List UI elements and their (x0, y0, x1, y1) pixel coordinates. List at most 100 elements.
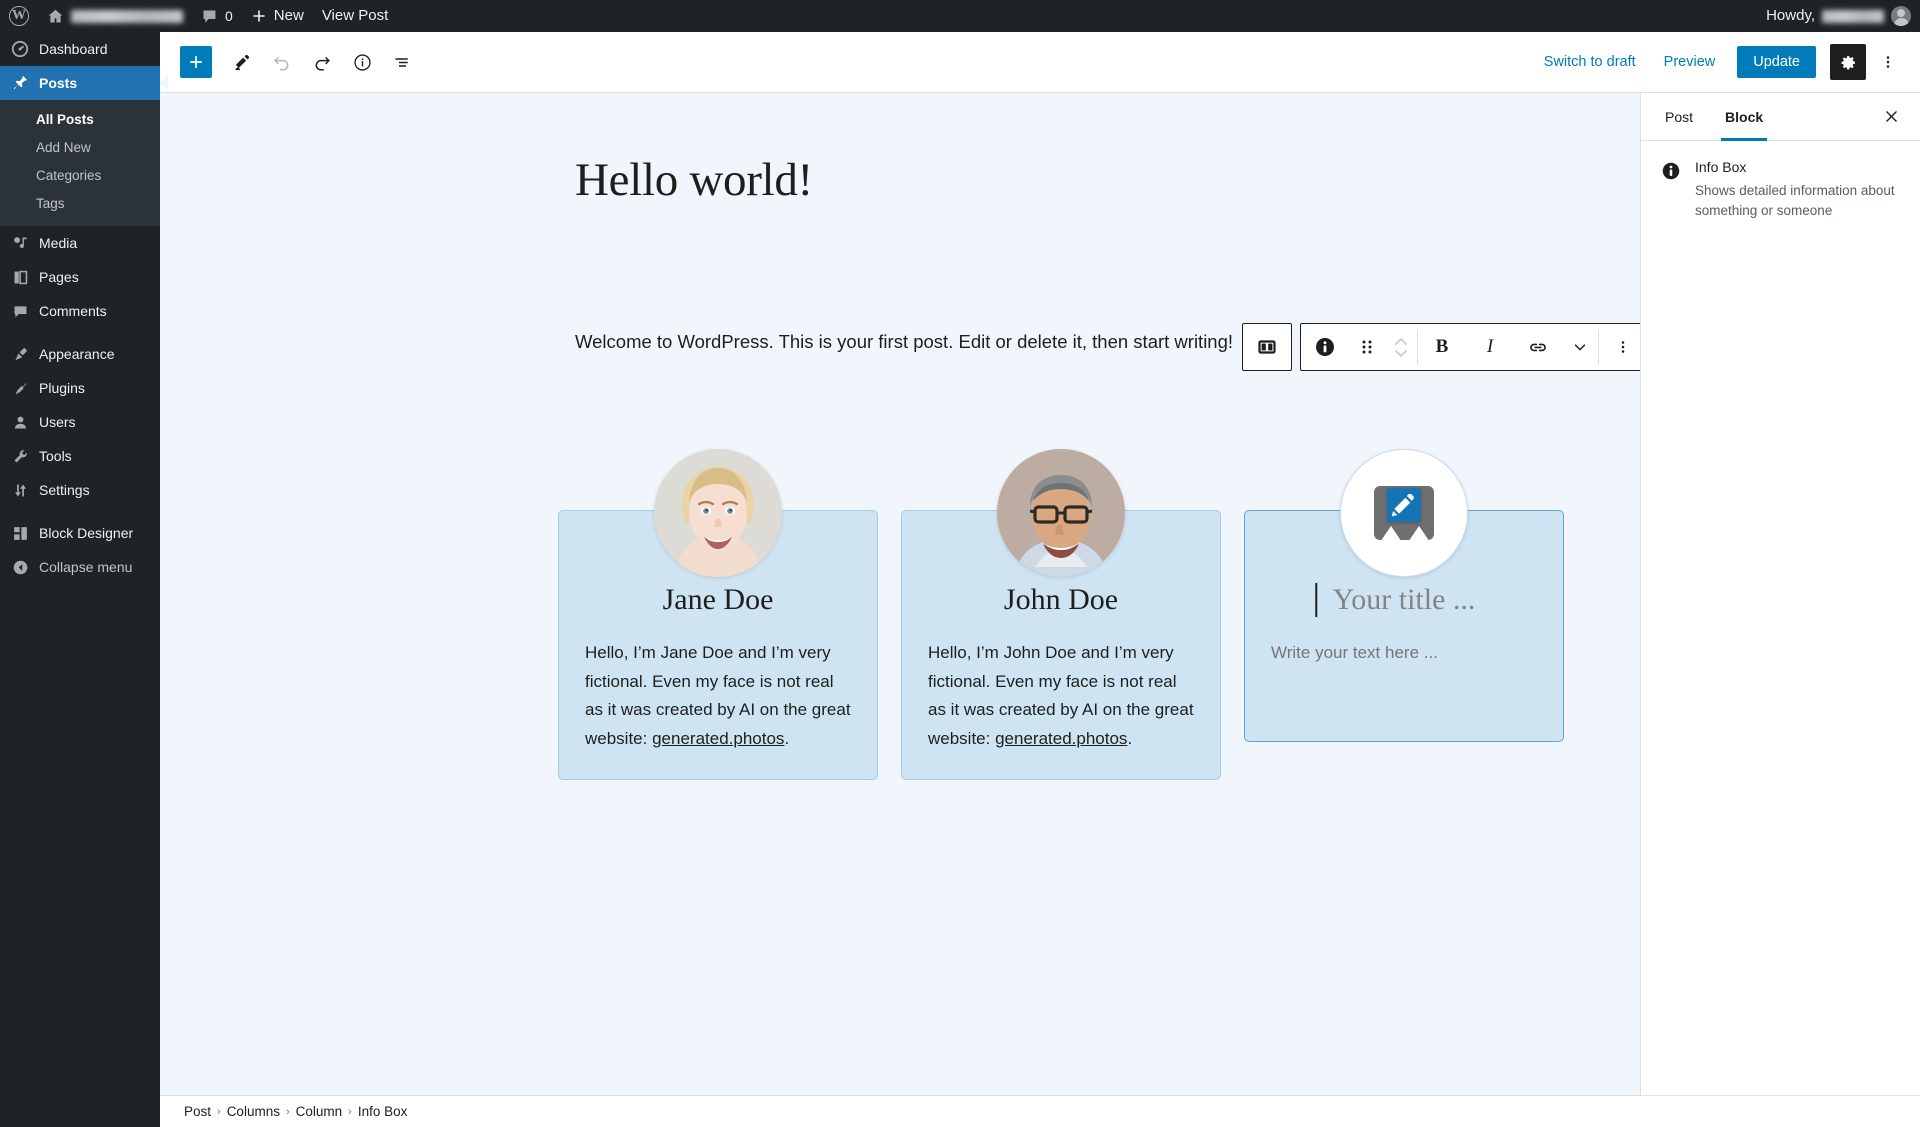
plugins-plug-icon (10, 378, 30, 398)
info-box-block-selected[interactable]: Your title ... Write your text here ... (1244, 449, 1564, 742)
info-box-title[interactable]: John Doe (928, 583, 1194, 617)
info-box-text[interactable]: Hello, I’m John Doe and I’m very fiction… (928, 639, 1194, 753)
post-content-area: Hello world! Welcome to WordPress. This … (160, 93, 1640, 1095)
kebab-menu-icon (1621, 341, 1625, 353)
editor-header-toolbar: Switch to draft Preview Update (160, 32, 1920, 93)
block-controls-group: B I (1300, 323, 1640, 371)
sidebar-item-label: Block Designer (39, 525, 134, 541)
view-post-menu-item[interactable]: View Post (313, 0, 397, 32)
list-view-icon (395, 57, 408, 67)
sidebar-item-label: Users (39, 414, 76, 430)
info-box-text-placeholder[interactable]: Write your text here ... (1271, 639, 1537, 668)
redo-icon (315, 56, 330, 71)
info-box-block[interactable]: John Doe Hello, I’m John Doe and I’m ver… (901, 449, 1221, 781)
breadcrumb-separator: › (217, 1105, 221, 1118)
link-button[interactable] (1514, 324, 1562, 370)
close-icon (1885, 111, 1897, 122)
sidebar-item-pages[interactable]: Pages (0, 260, 160, 294)
info-box-avatar-image[interactable] (654, 449, 782, 577)
info-box-avatar-image[interactable] (997, 449, 1125, 577)
submenu-item-all-posts[interactable]: All Posts (0, 106, 160, 134)
sidebar-item-users[interactable]: Users (0, 405, 160, 439)
info-box-title[interactable]: Jane Doe (585, 583, 851, 617)
preview-button[interactable]: Preview (1652, 48, 1728, 76)
submenu-item-add-new[interactable]: Add New (0, 134, 160, 162)
home-icon (48, 9, 63, 22)
info-box-text[interactable]: Hello, I’m Jane Doe and I’m very fiction… (585, 639, 851, 753)
menu-separator (0, 507, 160, 516)
block-options-button[interactable] (1599, 324, 1640, 370)
plus-icon (253, 10, 265, 22)
drag-handle-button[interactable] (1349, 324, 1385, 370)
submenu-item-categories[interactable]: Categories (0, 162, 160, 190)
users-icon (10, 412, 30, 432)
undo-button[interactable] (264, 44, 300, 80)
sidebar-item-plugins[interactable]: Plugins (0, 371, 160, 405)
info-box-link[interactable]: generated.photos (652, 729, 784, 748)
block-description: Shows detailed information about somethi… (1695, 183, 1895, 218)
select-parent-columns-button[interactable] (1243, 324, 1291, 370)
columns-block[interactable]: Jane Doe Hello, I’m Jane Doe and I’m ver… (558, 448, 1564, 781)
sidebar-item-settings[interactable]: Settings (0, 473, 160, 507)
list-view-button[interactable] (384, 44, 420, 80)
switch-to-draft-button[interactable]: Switch to draft (1532, 48, 1648, 76)
sidebar-item-block-designer[interactable]: Block Designer (0, 516, 160, 550)
breadcrumb-item-post[interactable]: Post (184, 1104, 211, 1119)
info-box-image-placeholder[interactable] (1340, 449, 1468, 577)
wp-logo-menu-item[interactable]: W (0, 0, 38, 32)
add-block-button[interactable] (180, 46, 212, 78)
collapse-arrow-icon (10, 557, 30, 577)
tools-wrench-icon (10, 446, 30, 466)
info-box-link[interactable]: generated.photos (995, 729, 1127, 748)
sidebar-item-label: Media (39, 235, 78, 251)
breadcrumb-item-columns[interactable]: Columns (227, 1104, 280, 1119)
italic-button[interactable]: I (1466, 324, 1514, 370)
tools-mode-button[interactable] (224, 44, 260, 80)
chevron-up-icon[interactable] (1393, 336, 1409, 347)
site-name-menu-item[interactable] (38, 0, 192, 32)
sidebar-item-appearance[interactable]: Appearance (0, 337, 160, 371)
sidebar-item-tools[interactable]: Tools (0, 439, 160, 473)
more-options-button[interactable] (1870, 44, 1906, 80)
my-account-menu-item[interactable]: Howdy, (1757, 0, 1920, 32)
column-block[interactable]: Your title ... Write your text here ... (1244, 448, 1564, 780)
breadcrumb-separator: › (285, 1105, 290, 1118)
settings-button[interactable] (1830, 44, 1866, 80)
chevron-down-icon[interactable] (1393, 348, 1409, 359)
post-title[interactable]: Hello world! (575, 153, 813, 207)
sidebar-item-comments[interactable]: Comments (0, 294, 160, 328)
document-details-button[interactable] (344, 44, 380, 80)
sidebar-item-media[interactable]: Media (0, 226, 160, 260)
close-sidebar-button[interactable] (1874, 100, 1908, 134)
block-movers[interactable] (1385, 324, 1417, 370)
media-icon (10, 233, 30, 253)
sidebar-item-collapse-menu[interactable]: Collapse menu (0, 550, 160, 584)
submenu-item-tags[interactable]: Tags (0, 190, 160, 218)
info-box-icon (1316, 338, 1334, 356)
post-intro-paragraph[interactable]: Welcome to WordPress. This is your first… (575, 328, 1233, 356)
sidebar-item-dashboard[interactable]: Dashboard (0, 32, 160, 66)
more-rich-text-button[interactable] (1562, 324, 1598, 370)
edit-image-button[interactable] (1387, 488, 1421, 522)
comments-bubble-menu-item[interactable]: 0 (192, 0, 242, 32)
sidebar-item-posts[interactable]: Posts (0, 66, 168, 100)
info-box-block[interactable]: Jane Doe Hello, I’m Jane Doe and I’m ver… (558, 449, 878, 781)
breadcrumb-item-column[interactable]: Column (296, 1104, 343, 1119)
column-block[interactable]: John Doe Hello, I’m John Doe and I’m ver… (901, 448, 1221, 781)
column-block[interactable]: Jane Doe Hello, I’m Jane Doe and I’m ver… (558, 448, 878, 781)
block-type-switcher-button[interactable] (1301, 324, 1349, 370)
new-content-menu-item[interactable]: New (242, 0, 313, 32)
breadcrumb-item-info-box[interactable]: Info Box (358, 1104, 408, 1119)
update-button[interactable]: Update (1737, 46, 1816, 78)
wp-admin-bar: W 0 New View Post Howdy, (0, 0, 1920, 32)
info-box-title-placeholder[interactable]: Your title ... (1271, 583, 1537, 617)
tab-post[interactable]: Post (1649, 93, 1709, 141)
tab-block[interactable]: Block (1709, 93, 1779, 141)
redo-button[interactable] (304, 44, 340, 80)
bold-button[interactable]: B (1418, 324, 1466, 370)
sidebar-item-label: Dashboard (39, 41, 108, 57)
block-designer-icon (10, 523, 30, 543)
view-post-label: View Post (321, 7, 389, 24)
sidebar-item-label: Plugins (39, 380, 85, 396)
gear-icon (1841, 55, 1855, 69)
